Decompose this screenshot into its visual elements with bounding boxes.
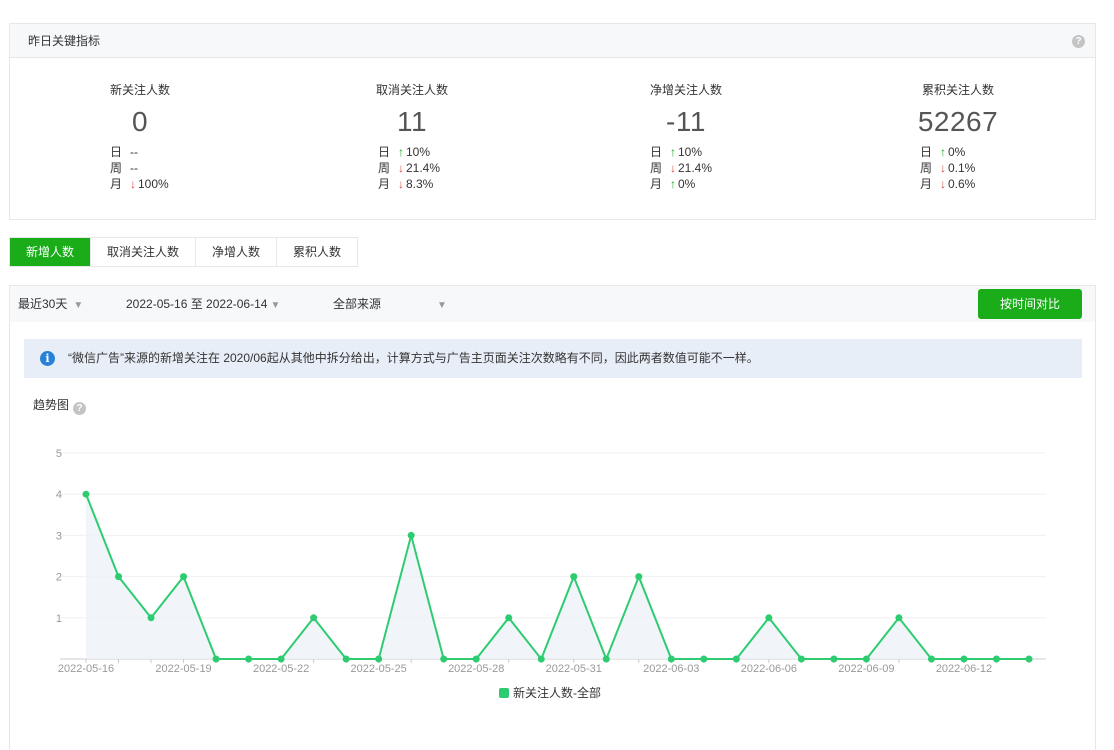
data-point [407, 531, 415, 539]
data-point [797, 655, 805, 663]
data-point [277, 655, 285, 663]
data-point [992, 655, 1000, 663]
y-tick-label: 3 [56, 530, 62, 542]
x-tick-label: 2022-05-25 [351, 663, 407, 675]
y-tick-label: 4 [56, 489, 62, 501]
data-point [82, 490, 90, 498]
data-point [895, 614, 903, 622]
data-point [570, 573, 578, 581]
x-tick-label: 2022-06-06 [741, 663, 797, 675]
y-tick-label: 1 [56, 613, 62, 625]
data-point [180, 573, 188, 581]
x-tick-label: 2022-05-19 [155, 663, 211, 675]
data-point [732, 655, 740, 663]
data-point [440, 655, 448, 663]
data-point [1025, 655, 1033, 663]
data-point [212, 655, 220, 663]
trend-line-chart: 1 2 3 4 5 2022-05-16 2022-05-19 2022-05-22 2022-… [56, 448, 1046, 700]
data-point [537, 655, 545, 663]
x-tick-label: 2022-05-31 [546, 663, 602, 675]
y-tick-label: 5 [56, 448, 62, 460]
data-point [602, 655, 610, 663]
x-tick-label: 2022-06-03 [643, 663, 699, 675]
data-point [830, 655, 838, 663]
data-point [505, 614, 513, 622]
legend-label: 新关注人数-全部 [513, 685, 601, 700]
legend-swatch [499, 688, 509, 698]
data-point [927, 655, 935, 663]
data-point [310, 614, 318, 622]
data-point [375, 655, 383, 663]
x-tick-label: 2022-06-09 [838, 663, 894, 675]
data-point [147, 614, 155, 622]
data-point [667, 655, 675, 663]
data-point [635, 573, 643, 581]
data-point [765, 614, 773, 622]
x-tick-label: 2022-05-22 [253, 663, 309, 675]
data-point [342, 655, 350, 663]
x-tick-label: 2022-06-12 [936, 663, 992, 675]
data-point [245, 655, 253, 663]
data-point [862, 655, 870, 663]
data-point [700, 655, 708, 663]
y-tick-label: 2 [56, 572, 62, 584]
data-point [472, 655, 480, 663]
x-tick-label: 2022-05-16 [58, 663, 114, 675]
data-point [115, 573, 123, 581]
x-tick-label: 2022-05-28 [448, 663, 504, 675]
data-point [960, 655, 968, 663]
